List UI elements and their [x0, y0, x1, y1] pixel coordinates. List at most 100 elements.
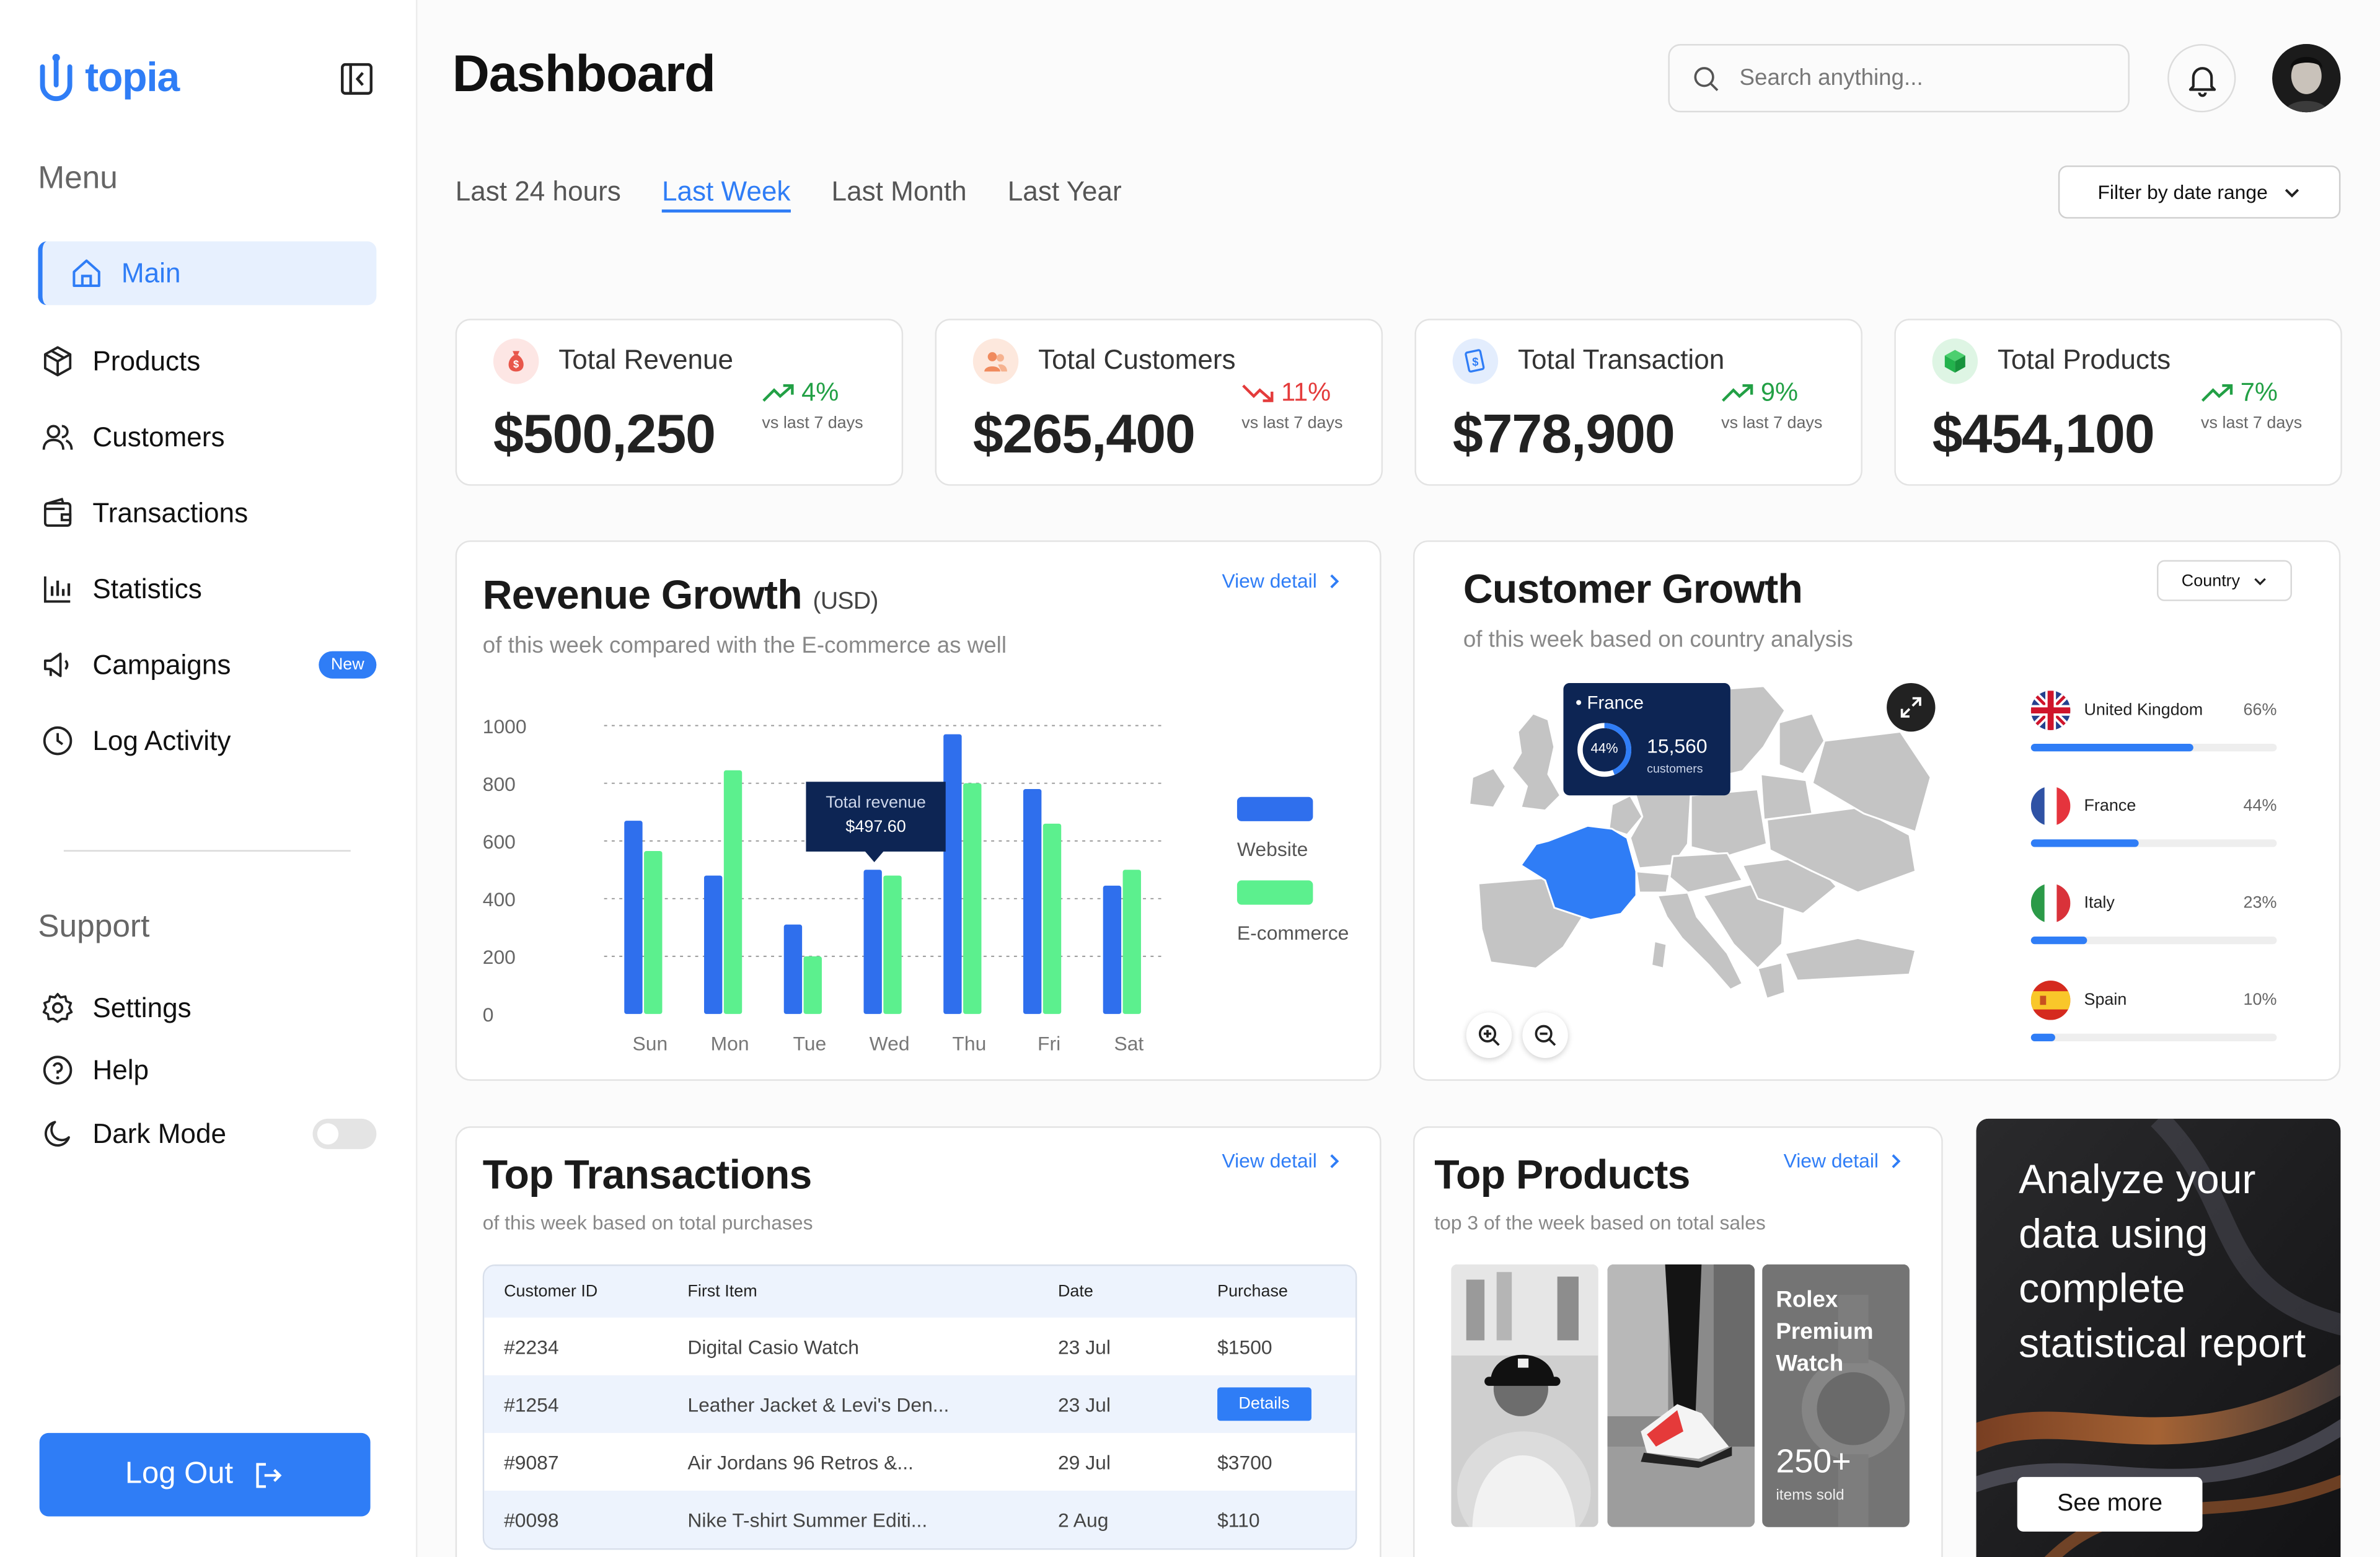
products-view-detail-link[interactable]: View detail [1784, 1149, 1903, 1172]
help-icon [41, 1054, 74, 1087]
table-row[interactable]: #9087 Air Jordans 96 Retros &... 29 Jul … [484, 1433, 1355, 1491]
tooltip-count: 15,560 [1647, 734, 1708, 758]
product-card-watch[interactable]: Rolex Premium Watch 250+ items sold [1762, 1264, 1910, 1527]
clock-icon [41, 724, 74, 757]
sidebar-item-statistics[interactable]: Statistics [38, 557, 376, 621]
see-more-button[interactable]: See more [2017, 1476, 2203, 1532]
trend-down-icon [1241, 382, 1275, 404]
country-progress-fill [2030, 1033, 2056, 1042]
trend-up-icon [762, 382, 795, 404]
stat-card-transaction: $ Total Transaction $778,900 9% vs last … [1414, 319, 1862, 486]
transactions-view-detail-link[interactable]: View detail [1222, 1149, 1341, 1172]
avatar[interactable] [2272, 44, 2341, 113]
search-bar[interactable] [1668, 44, 2130, 113]
box-icon [41, 345, 74, 378]
x-tick-label: Sat [1114, 1033, 1144, 1055]
search-input[interactable] [1739, 65, 2104, 91]
svg-text:$: $ [513, 358, 519, 370]
tab-last-24-hours[interactable]: Last 24 hours [456, 176, 621, 213]
purchase: $3700 [1217, 1450, 1272, 1473]
cube-icon [1932, 338, 1978, 384]
legend-label-website: Website [1236, 837, 1308, 861]
tab-last-week[interactable]: Last Week [661, 176, 791, 213]
stat-trend: 9% [1721, 378, 1798, 408]
logo[interactable]: topia [37, 51, 180, 103]
notification-button[interactable] [2167, 44, 2236, 113]
bar-ecommerce-tue [803, 956, 822, 1014]
bar-chart-icon [41, 572, 74, 606]
stat-trend-value: 9% [1760, 377, 1799, 407]
filter-label: Filter by date range [2097, 180, 2268, 204]
sidebar-item-label: Settings [92, 992, 192, 1023]
sidebar-item-help[interactable]: Help [38, 1038, 376, 1102]
legend-swatch-website [1236, 796, 1313, 821]
logout-button[interactable]: Log Out [39, 1432, 371, 1517]
zoom-out-button[interactable] [1522, 1012, 1568, 1058]
sidebar-item-transactions[interactable]: Transactions [38, 481, 376, 545]
filter-date-range-button[interactable]: Filter by date range [2058, 165, 2341, 219]
promo-card: Analyze your data using complete statist… [1976, 1118, 2341, 1557]
country-row-spain: Spain 10% [2030, 981, 2277, 1042]
table-row[interactable]: #1254 Leather Jacket & Levi's Den... 23 … [484, 1375, 1355, 1433]
tab-last-year[interactable]: Last Year [1008, 176, 1122, 213]
stat-subtext: vs last 7 days [762, 414, 863, 433]
view-detail-label: View detail [1783, 1149, 1879, 1172]
dark-mode-toggle[interactable] [312, 1118, 377, 1149]
sidebar-item-settings[interactable]: Settings [38, 976, 376, 1040]
bar-website-thu [943, 734, 962, 1014]
sidebar: topia Menu Main Products Customers Trans… [0, 0, 418, 1557]
column-header: First Item [687, 1282, 757, 1301]
x-tick-label: Wed [870, 1033, 910, 1055]
stat-trend: 11% [1241, 378, 1331, 408]
table-row[interactable]: #2234 Digital Casio Watch 23 Jul $1500 [484, 1318, 1355, 1375]
expand-map-button[interactable] [1887, 683, 1936, 732]
svg-text:$: $ [1472, 355, 1478, 368]
country-progress-track [2030, 1033, 2277, 1042]
date: 23 Jul [1057, 1334, 1111, 1358]
tab-last-month[interactable]: Last Month [832, 176, 967, 213]
country-name: Spain [2084, 991, 2127, 1010]
country-pct: 23% [2243, 894, 2277, 912]
page-title: Dashboard [452, 45, 716, 104]
search-icon [1691, 63, 1721, 94]
country-dropdown[interactable]: Country [2157, 560, 2292, 601]
sidebar-item-customers[interactable]: Customers [38, 405, 376, 469]
legend-label-ecommerce: E-commerce [1236, 921, 1349, 945]
table-header: Customer ID First Item Date Purchase [484, 1266, 1355, 1318]
y-tick-label: 1000 [483, 715, 527, 738]
products-title: Top Products [1434, 1152, 1690, 1198]
product-image-cap[interactable] [1451, 1264, 1598, 1527]
products-subtitle: top 3 of the week based on total sales [1434, 1211, 1766, 1235]
x-tick-label: Sun [633, 1033, 668, 1055]
sidebar-item-campaigns[interactable]: Campaigns New [38, 633, 377, 697]
legend-swatch-ecommerce [1236, 880, 1313, 905]
time-range-tabs: Last 24 hours Last Week Last Month Last … [456, 176, 1122, 213]
column-header: Date [1057, 1282, 1093, 1301]
support-title: Support [38, 909, 150, 945]
sidebar-item-log-activity[interactable]: Log Activity [38, 709, 376, 773]
collapse-sidebar-icon[interactable] [338, 61, 375, 97]
country-row-uk: United Kingdom 66% [2030, 690, 2277, 752]
x-tick-label: Thu [952, 1033, 986, 1055]
zoom-in-button[interactable] [1466, 1012, 1512, 1058]
sidebar-item-products[interactable]: Products [38, 329, 376, 393]
country-progress-fill [2030, 937, 2087, 945]
stat-card-customers: Total Customers $265,400 11% vs last 7 d… [935, 319, 1383, 486]
top-products-panel: Top Products top 3 of the week based on … [1413, 1126, 1943, 1557]
country-row-italy: Italy 23% [2030, 883, 2277, 945]
country-pct: 44% [2243, 796, 2277, 816]
stat-card-products: Total Products $454,100 7% vs last 7 day… [1894, 319, 2342, 486]
logo-icon [37, 51, 76, 103]
y-tick-label: 800 [483, 773, 516, 795]
country-progress-track [2030, 937, 2277, 945]
details-button[interactable]: Details [1217, 1387, 1311, 1421]
sidebar-item-main[interactable]: Main [38, 241, 377, 306]
table-row[interactable]: #0098 Nike T-shirt Summer Editi... 2 Aug… [484, 1490, 1355, 1548]
featured-product-name: Rolex Premium Watch [1776, 1287, 1874, 1377]
map-baltics [1760, 773, 1814, 821]
country-dropdown-label: Country [2181, 571, 2241, 590]
product-image-sneaker[interactable] [1607, 1264, 1755, 1527]
purchase: $1500 [1217, 1334, 1272, 1358]
chevron-down-icon [2252, 573, 2267, 588]
bar-ecommerce-sat [1122, 870, 1141, 1014]
